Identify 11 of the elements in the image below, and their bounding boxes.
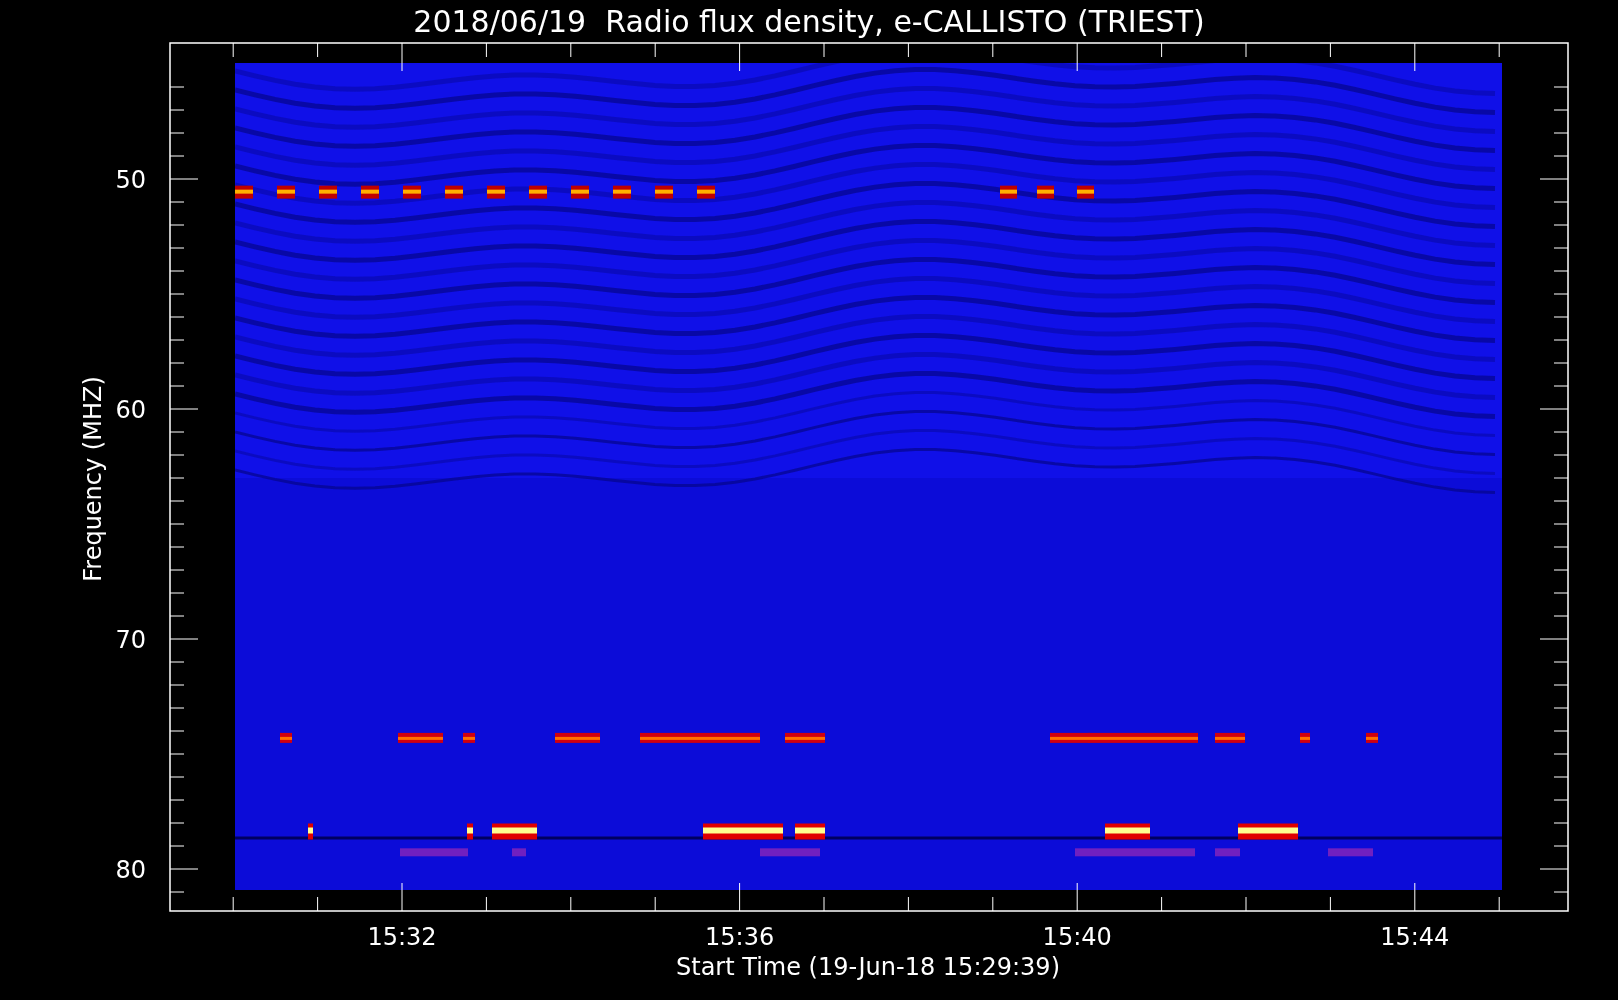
chart-title: 2018/06/19 Radio flux density, e-CALLISTO (TRIEST) <box>413 4 1205 39</box>
x-tick-label: 15:36 <box>705 923 775 951</box>
y-tick-label: 60 <box>115 396 146 424</box>
y-tick-label: 80 <box>115 856 146 884</box>
x-tick-label: 15:40 <box>1042 923 1112 951</box>
y-tick-label: 50 <box>115 166 146 194</box>
y-axis-title: Frequency (MHZ) <box>79 376 107 582</box>
x-tick-label: 15:44 <box>1380 923 1450 951</box>
x-axis-title: Start Time (19-Jun-18 15:29:39) <box>676 953 1060 981</box>
y-tick-label: 70 <box>115 626 146 654</box>
x-tick-label: 15:32 <box>367 923 437 951</box>
